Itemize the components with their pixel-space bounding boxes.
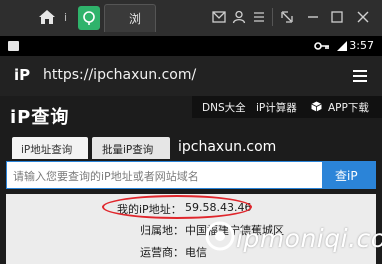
search-input[interactable]: 请输入您要查询的iP地址或者网站域名 xyxy=(6,161,323,189)
screen: i 浏 3:57 iP https://ipchaxun.com/ iP查询 D… xyxy=(0,0,382,264)
highlight-oval xyxy=(102,195,252,219)
watermark: ipmoniqi.com xyxy=(198,218,382,264)
url-text[interactable]: https://ipchaxun.com/ xyxy=(43,67,196,83)
mail-icon[interactable] xyxy=(212,10,226,24)
notification-icon xyxy=(8,41,19,51)
app-tab[interactable] xyxy=(78,6,100,30)
minimize-icon[interactable] xyxy=(306,10,320,24)
watermark-text: ipmoniqi.com xyxy=(236,224,382,253)
vpn-key-icon xyxy=(314,42,329,50)
tab-ip-lookup-label: iP地址查询 xyxy=(21,144,73,156)
browser-tab[interactable]: 浏 xyxy=(104,4,156,32)
signal-icon xyxy=(337,41,347,51)
address-bar[interactable]: iP https://ipchaxun.com/ xyxy=(0,56,382,96)
close-icon[interactable] xyxy=(356,10,370,24)
user-icon[interactable] xyxy=(232,10,246,24)
browser-menu-icon[interactable] xyxy=(352,69,368,83)
tab-batch-lookup-label: 批量iP查询 xyxy=(102,144,154,156)
green-app-icon xyxy=(83,11,95,25)
site-favicon: iP xyxy=(14,66,31,84)
search-placeholder: 请输入您要查询的iP地址或者网站域名 xyxy=(13,170,199,183)
tab-batch-lookup[interactable]: 批量iP查询 xyxy=(92,137,170,159)
location-label: 归属地： xyxy=(140,224,184,237)
nav-app-download[interactable]: APP下载 xyxy=(328,100,369,115)
maximize-icon[interactable] xyxy=(330,10,344,24)
divider xyxy=(272,8,273,26)
search-button[interactable]: 查iP xyxy=(323,161,376,189)
expand-icon[interactable] xyxy=(280,10,294,24)
tab-ip-lookup[interactable]: iP地址查询 xyxy=(12,137,88,159)
site-domain: ipchaxun.com xyxy=(178,139,277,155)
watermark-logo-icon xyxy=(205,221,235,251)
nav-ip-calculator[interactable]: iP计算器 xyxy=(256,100,297,115)
site-brand-logo[interactable]: iP查询 xyxy=(10,103,69,129)
browser-tab-label: 浏 xyxy=(129,12,142,26)
top-nav: DNS大全 iP计算器 APP下载 xyxy=(192,96,382,118)
isp-label: 运营商： xyxy=(140,246,184,259)
home-icon[interactable] xyxy=(38,9,56,25)
nav-dns[interactable]: DNS大全 xyxy=(202,100,246,115)
menu-icon[interactable] xyxy=(252,10,266,24)
status-bar: 3:57 xyxy=(0,36,382,56)
emulator-toolbar: i 浏 xyxy=(0,0,382,36)
clock: 3:57 xyxy=(349,39,374,52)
info-label: i xyxy=(64,11,68,24)
search-button-label: 查iP xyxy=(335,169,358,183)
app-box-icon xyxy=(311,101,322,112)
